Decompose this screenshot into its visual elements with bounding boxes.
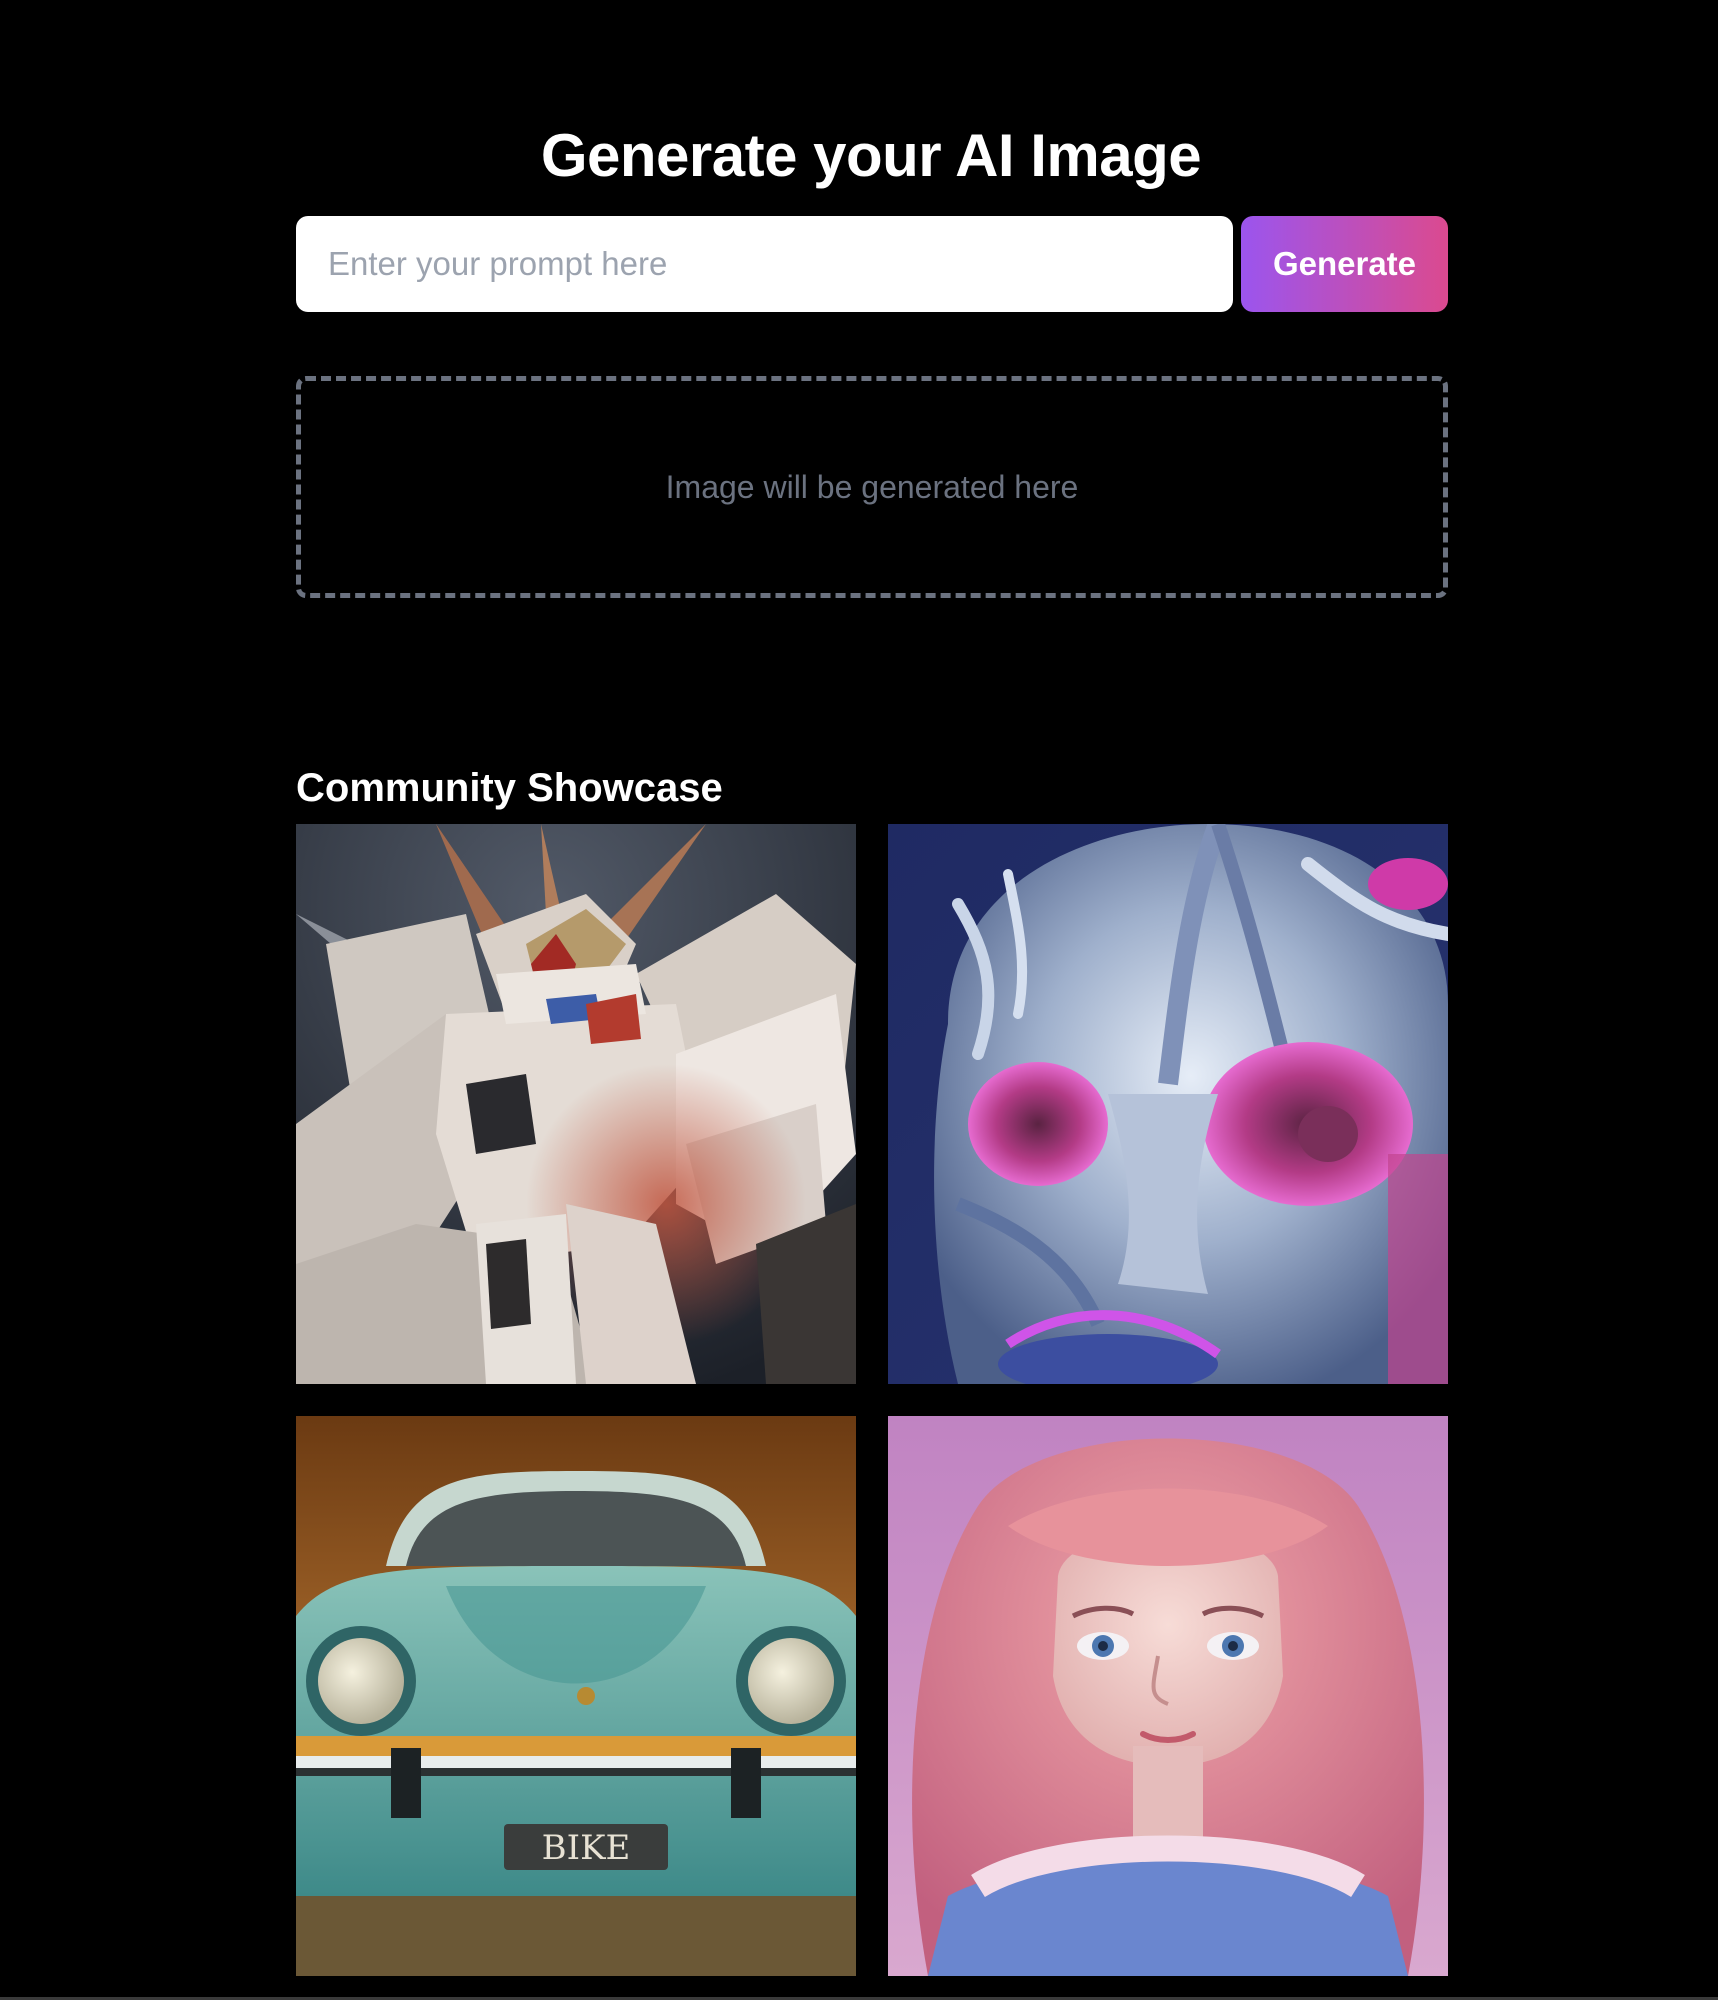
license-plate-text: BIKE bbox=[542, 1828, 631, 1868]
alien-illustration bbox=[888, 824, 1448, 1384]
showcase-image-robot[interactable] bbox=[296, 824, 856, 1384]
girl-illustration bbox=[888, 1416, 1448, 1976]
generated-image-placeholder: Image will be generated here bbox=[296, 376, 1448, 598]
prompt-form: Generate bbox=[296, 216, 1448, 312]
page-title: Generate your AI Image bbox=[540, 122, 1202, 190]
prompt-input[interactable] bbox=[296, 216, 1233, 312]
generate-button[interactable]: Generate bbox=[1241, 216, 1448, 312]
showcase-title: Community Showcase bbox=[296, 766, 723, 811]
placeholder-text: Image will be generated here bbox=[665, 468, 1079, 505]
showcase-image-car[interactable]: BIKE bbox=[296, 1416, 856, 1976]
showcase-image-girl[interactable] bbox=[888, 1416, 1448, 1976]
showcase-image-alien[interactable] bbox=[888, 824, 1448, 1384]
car-illustration: BIKE bbox=[296, 1416, 856, 1976]
robot-illustration bbox=[296, 824, 856, 1384]
